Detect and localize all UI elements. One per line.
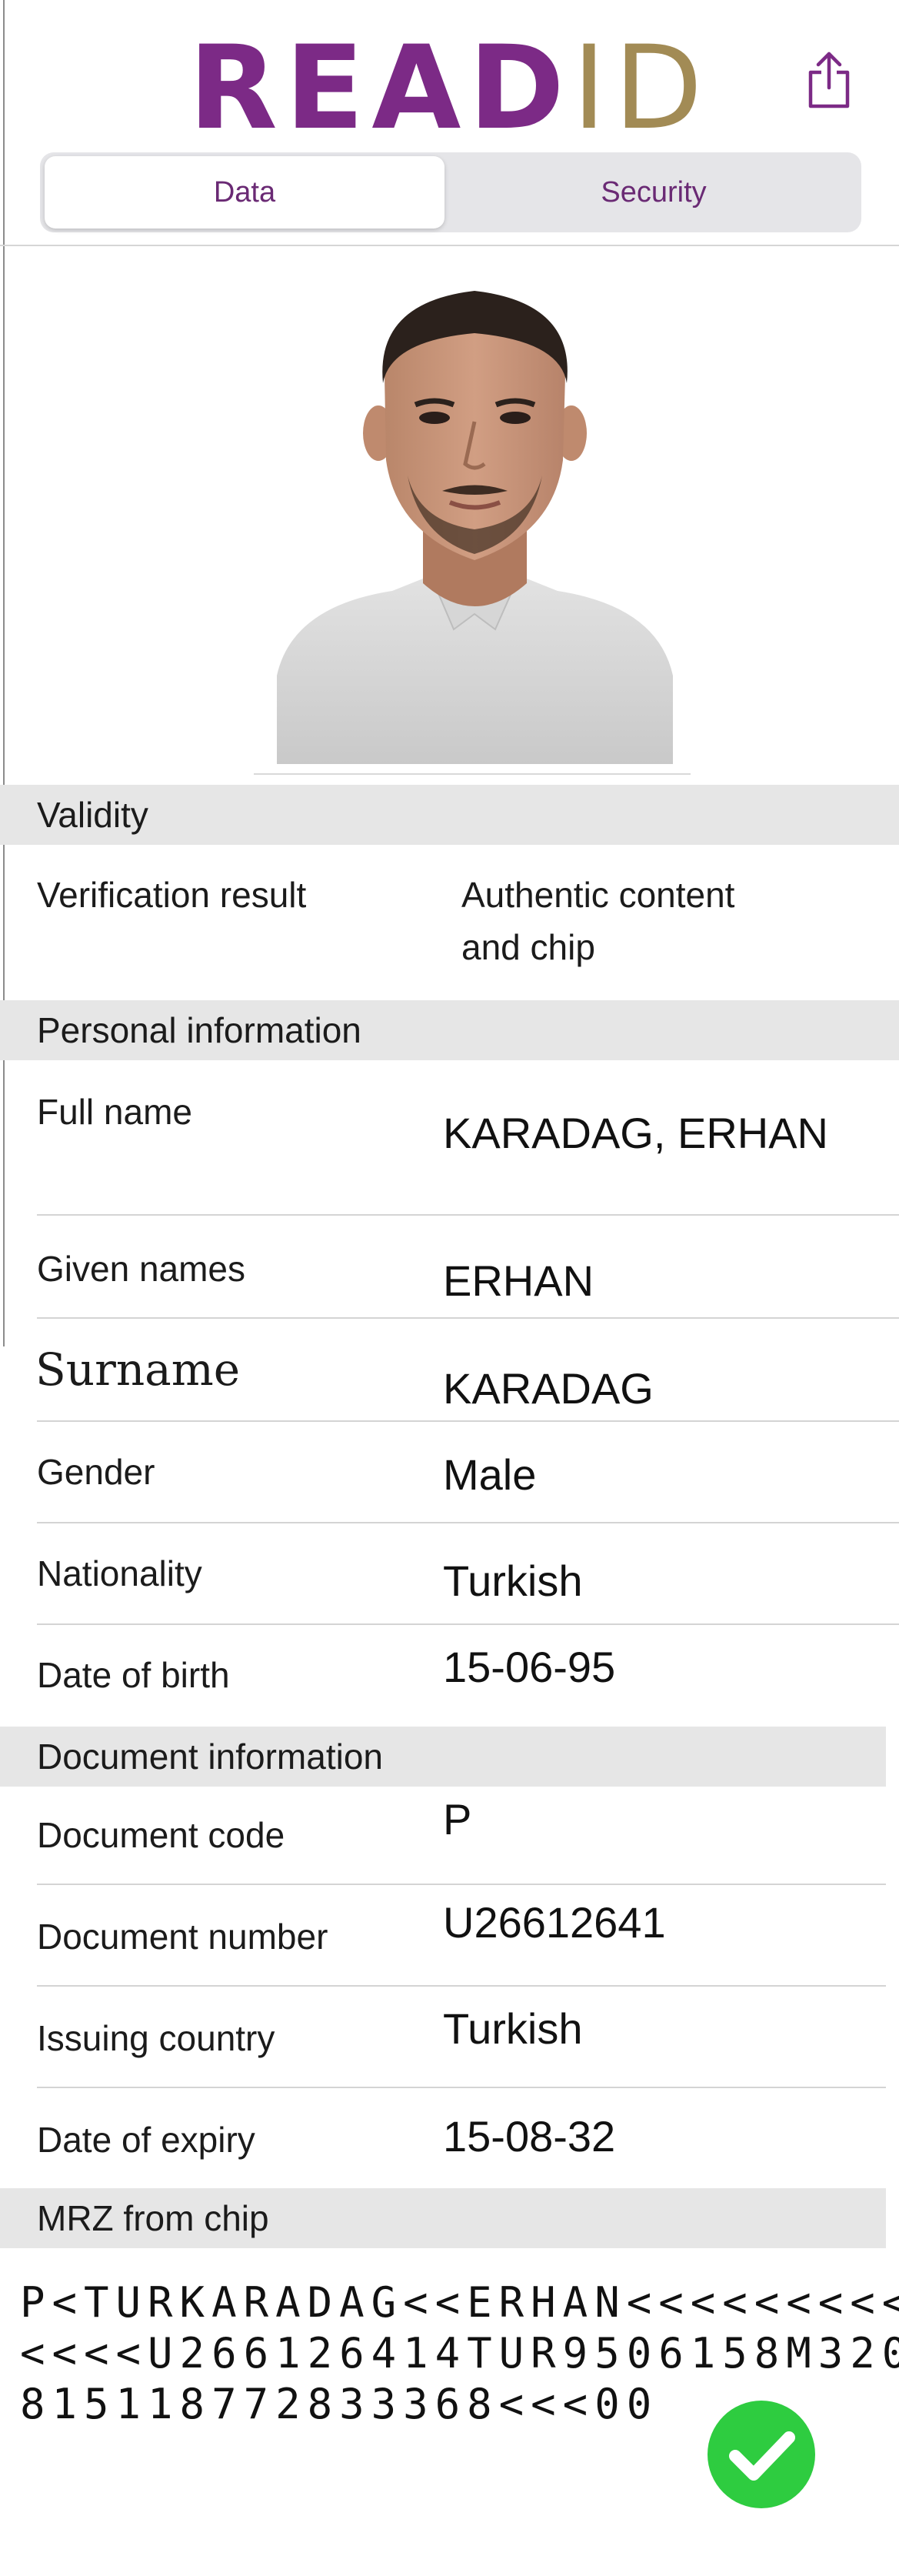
issuing-country-value: Turkish [443,2004,583,2053]
date-of-expiry-label: Date of expiry [37,2120,255,2160]
given-names-value: ERHAN [443,1256,594,1305]
verification-result-label: Verification result [37,875,307,915]
section-header-validity: Validity [0,785,899,845]
given-names-label: Given names [37,1249,246,1289]
tab-security[interactable]: Security [446,156,861,229]
row-divider [37,1522,899,1523]
tab-data[interactable]: Data [45,156,445,229]
verification-result-value-line2: and chip [461,927,595,967]
row-divider [37,1214,899,1216]
date-of-expiry-value: 15-08-32 [443,2112,616,2161]
surname-label: Surname [35,1343,241,1396]
section-header-document: Document information [0,1727,886,1787]
row-divider [37,2087,886,2088]
nationality-label: Nationality [37,1553,202,1593]
date-of-birth-value: 15-06-95 [443,1643,616,1691]
full-name-label: Full name [37,1092,192,1132]
document-code-label: Document code [37,1815,285,1855]
share-icon[interactable] [806,49,852,111]
section-header-personal: Personal information [0,1000,899,1060]
surname-value: KARADAG [443,1364,654,1413]
document-code-value: P [443,1795,472,1844]
row-divider [37,1985,886,1987]
gender-value: Male [443,1450,537,1499]
mrz-line-2: <<<<U266126414TUR9506158M320 [20,2329,899,2377]
left-edge-rule [3,0,5,1346]
row-divider [37,1420,899,1422]
full-name-value: KARADAG, ERHAN [443,1109,828,1157]
date-of-birth-label: Date of birth [37,1655,230,1695]
document-number-label: Document number [37,1917,328,1957]
document-number-value: U26612641 [443,1898,666,1947]
mrz-line-1: P<TURKARADAG<<ERHAN<<<<<<<<< [20,2278,899,2327]
header-divider [0,245,899,246]
holder-portrait [277,268,673,764]
issuing-country-label: Issuing country [37,2018,275,2058]
verification-result-value-line1: Authentic content [461,875,735,915]
gender-label: Gender [37,1452,155,1492]
row-divider [37,1317,899,1319]
nationality-value: Turkish [443,1557,583,1605]
row-divider [37,1884,886,1885]
checkmark-icon [706,2399,817,2510]
row-divider [37,1623,899,1625]
readid-logo: READID [188,22,711,155]
section-header-mrz: MRZ from chip [0,2188,886,2248]
portrait-divider [254,773,691,775]
